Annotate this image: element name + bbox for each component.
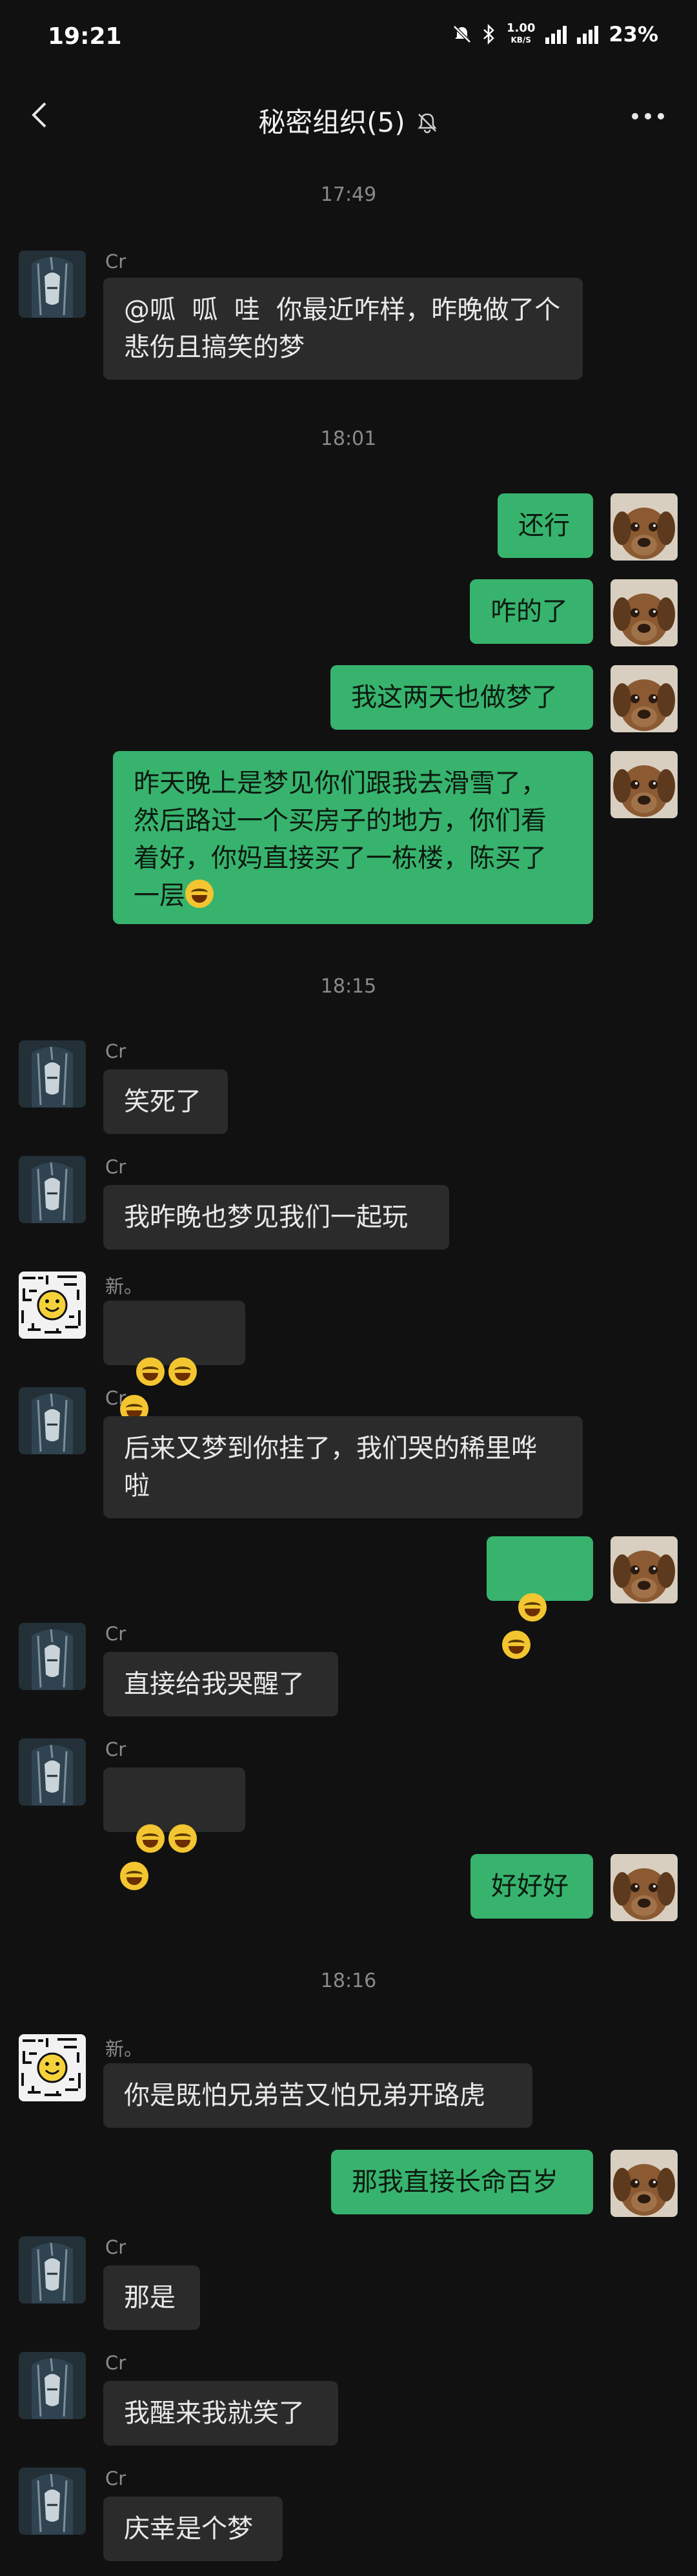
avatar-self[interactable] — [611, 579, 678, 646]
laughing-crying-emoji-icon — [136, 1357, 165, 1386]
avatar-cr[interactable] — [19, 1623, 86, 1690]
avatar-cr[interactable] — [19, 2468, 86, 2535]
sender-name: Cr — [105, 1387, 126, 1409]
laughing-crying-emoji-icon — [168, 1824, 197, 1853]
laughing-crying-emoji-icon — [120, 1862, 148, 1890]
message-bubble-outgoing[interactable]: 那我直接长命百岁 — [331, 2150, 593, 2214]
laughing-crying-emoji-icon — [168, 1357, 197, 1386]
avatar-xin[interactable] — [19, 1272, 86, 1339]
message-bubble[interactable] — [103, 1301, 245, 1423]
sender-name: Cr — [105, 2236, 126, 2258]
message-bubble[interactable]: @呱 呱 哇 你最近咋样，昨晚做了个 悲伤且搞笑的梦 — [103, 278, 583, 380]
status-bar: 19:21 1.00 KB/S 23% — [0, 0, 697, 71]
status-time: 19:21 — [48, 23, 122, 50]
sender-name: 新。 — [105, 2038, 143, 2060]
avatar-self[interactable] — [611, 1536, 678, 1603]
timestamp: 18:16 — [320, 1970, 377, 1992]
avatar-cr[interactable] — [19, 1156, 86, 1223]
avatar-cr[interactable] — [19, 2236, 86, 2303]
timestamp: 18:01 — [320, 428, 377, 450]
more-options-icon[interactable] — [629, 103, 667, 129]
chat-title-text: 秘密组织(5) — [258, 107, 405, 138]
message-bubble[interactable]: 我昨晚也梦见我们一起玩 — [103, 1185, 449, 1250]
laughing-emoji-icon — [518, 1593, 547, 1622]
sender-name: Cr — [105, 1040, 126, 1062]
message-bubble[interactable]: 笑死了 — [103, 1069, 228, 1134]
chat-header: 秘密组织(5) — [0, 77, 697, 155]
sender-name: Cr — [105, 2468, 126, 2489]
network-speed-unit: KB/S — [510, 36, 531, 45]
status-icons: 1.00 KB/S 23% — [452, 22, 658, 46]
message-bubble-outgoing[interactable]: 咋的了 — [470, 579, 593, 644]
mute-notifications-icon — [453, 25, 471, 43]
message-bubble[interactable]: 后来又梦到你挂了，我们哭的稀里哗 啦 — [103, 1416, 583, 1518]
network-speed: 1.00 KB/S — [507, 23, 535, 46]
message-bubble-outgoing[interactable]: 好好好 — [470, 1854, 593, 1919]
timestamp: 18:15 — [320, 975, 377, 998]
laughing-crying-emoji-icon — [136, 1824, 165, 1853]
laughing-emoji-icon — [185, 880, 214, 908]
avatar-self[interactable] — [611, 2150, 678, 2217]
sender-name: Cr — [105, 251, 126, 273]
message-bubble-outgoing[interactable]: 我这两天也做梦了 — [330, 665, 593, 730]
sender-name: 新。 — [105, 1275, 143, 1297]
avatar-cr[interactable] — [19, 251, 86, 318]
avatar-self[interactable] — [611, 751, 678, 818]
avatar-xin[interactable] — [19, 2034, 86, 2101]
signal-4g-icon — [577, 25, 599, 44]
sender-name: Cr — [105, 2352, 126, 2374]
avatar-self[interactable] — [611, 1854, 678, 1921]
message-bubble-outgoing[interactable] — [487, 1536, 593, 1659]
message-bubble[interactable] — [103, 1767, 245, 1890]
avatar-self[interactable] — [611, 665, 678, 732]
message-bubble[interactable]: 你是既怕兄弟苦又怕兄弟开路虎 — [103, 2063, 532, 2128]
timestamp: 17:49 — [320, 183, 377, 206]
message-bubble[interactable]: 我醒来我就笑了 — [103, 2381, 338, 2446]
chat-title: 秘密组织(5) — [0, 101, 697, 140]
avatar-cr[interactable] — [19, 2352, 86, 2419]
avatar-cr[interactable] — [19, 1738, 86, 1806]
message-bubble-outgoing[interactable]: 昨天晚上是梦见你们跟我去滑雪了， 然后路过一个买房子的地方，你们看 着好，你妈直… — [113, 751, 593, 924]
sender-name: Cr — [105, 1156, 126, 1178]
message-bubble[interactable]: 那是 — [103, 2265, 200, 2330]
message-bubble[interactable]: 直接给我哭醒了 — [103, 1652, 338, 1716]
avatar-cr[interactable] — [19, 1387, 86, 1454]
laughing-emoji-icon — [502, 1631, 530, 1659]
signal-5g-icon — [545, 25, 567, 44]
avatar-self[interactable] — [611, 493, 678, 561]
network-speed-value: 1.00 — [506, 21, 536, 35]
sender-name: Cr — [105, 1738, 126, 1760]
bluetooth-icon — [483, 24, 494, 45]
message-bubble[interactable]: 庆幸是个梦 — [103, 2497, 283, 2561]
message-bubble-outgoing[interactable]: 还行 — [498, 493, 593, 558]
battery-level: 23% — [609, 22, 658, 46]
sender-name: Cr — [105, 1623, 126, 1645]
muted-bell-icon — [418, 113, 437, 134]
avatar-cr[interactable] — [19, 1040, 86, 1108]
